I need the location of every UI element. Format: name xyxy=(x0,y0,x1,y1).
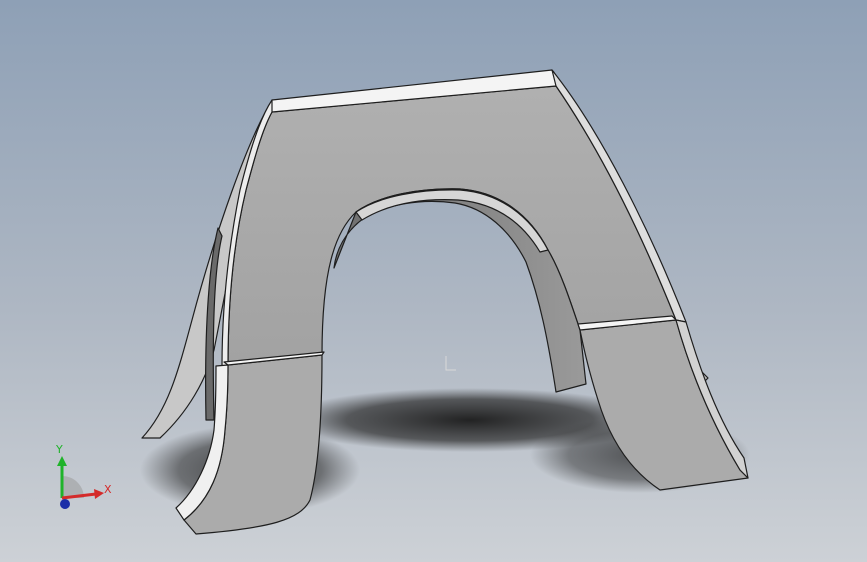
y-axis-arrow xyxy=(57,456,67,466)
x-axis-arrow xyxy=(94,489,104,499)
coordinate-triad[interactable]: Y X xyxy=(44,440,124,516)
z-axis-ball xyxy=(60,499,70,509)
y-axis-label: Y xyxy=(55,443,63,456)
graphics-viewport[interactable]: Y X xyxy=(0,0,867,562)
model-scene[interactable] xyxy=(0,0,867,562)
x-axis-label: X xyxy=(104,483,112,496)
